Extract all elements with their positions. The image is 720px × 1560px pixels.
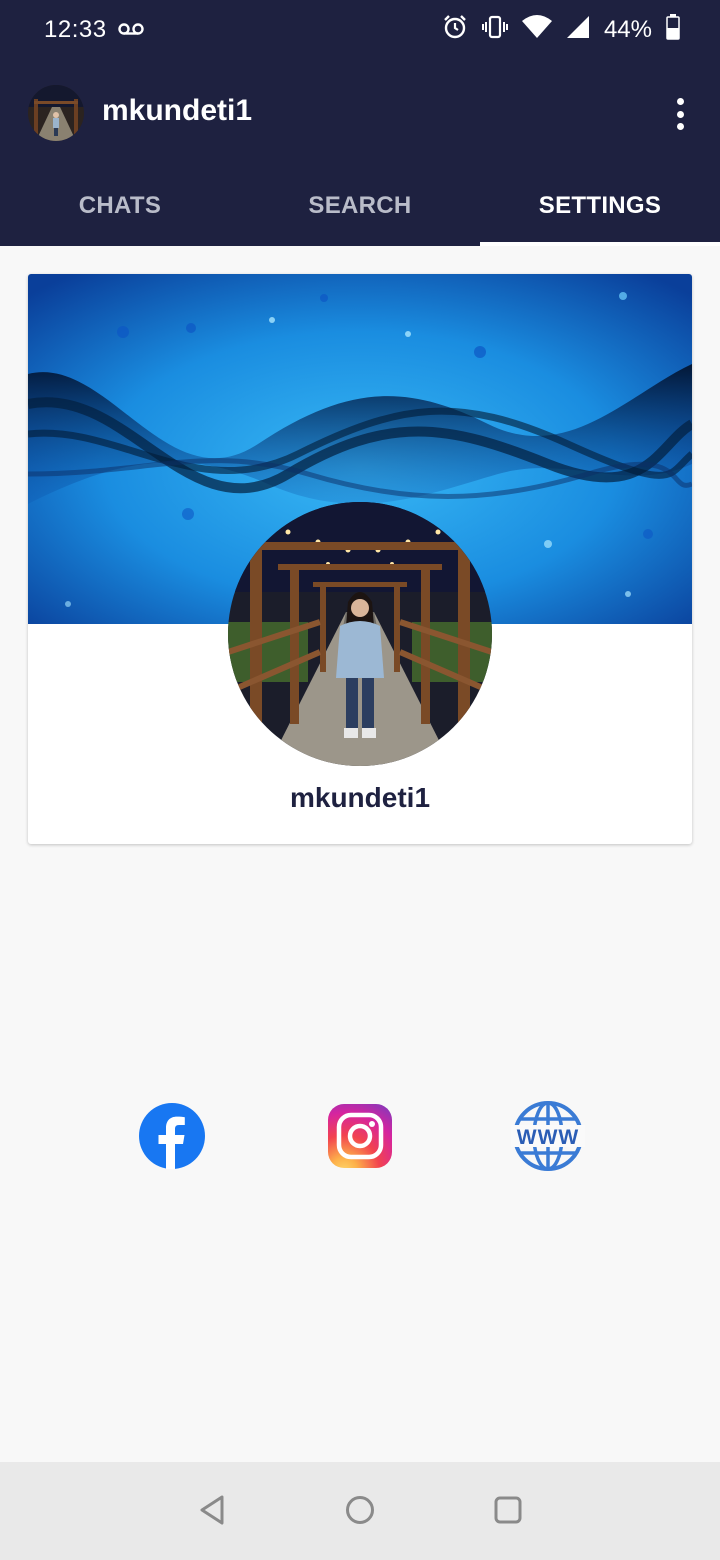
home-button[interactable] (342, 1494, 378, 1530)
system-nav-bar (0, 1462, 720, 1560)
more-vert-dot (676, 110, 684, 118)
alarm-icon (442, 14, 468, 45)
recents-button[interactable] (490, 1494, 526, 1530)
profile-card: mkundeti1 (28, 274, 692, 844)
tab-search[interactable]: SEARCH (240, 182, 480, 246)
website-button[interactable]: WWW (510, 1100, 586, 1176)
facebook-button[interactable] (134, 1100, 210, 1176)
profile-picture[interactable] (228, 502, 492, 766)
tab-bar: CHATS SEARCH SETTINGS (0, 182, 720, 246)
battery-icon (666, 14, 680, 45)
status-time: 12:33 (44, 16, 107, 43)
more-options-button[interactable] (662, 92, 698, 136)
more-vert-dot (676, 123, 684, 130)
recents-icon (492, 1494, 524, 1531)
social-links: WWW (0, 1100, 720, 1180)
website-icon: WWW (511, 1099, 585, 1178)
tab-chats[interactable]: CHATS (0, 182, 240, 246)
instagram-button[interactable] (322, 1100, 398, 1176)
status-bar: 12:33 44% (0, 0, 720, 64)
svg-text:WWW: WWW (517, 1126, 579, 1149)
instagram-icon (327, 1103, 393, 1174)
tab-settings[interactable]: SETTINGS (480, 182, 720, 246)
signal-icon (566, 15, 590, 44)
avatar[interactable] (28, 85, 84, 141)
home-icon (344, 1494, 376, 1531)
more-vert-icon (676, 98, 684, 105)
app-bar: mkundeti1 CHATS SEARCH SETTINGS (0, 64, 720, 246)
vibrate-icon (481, 14, 508, 45)
battery-percent: 44% (603, 15, 652, 43)
back-icon (198, 1494, 226, 1531)
app-title: mkundeti1 (102, 94, 253, 127)
facebook-icon (138, 1102, 206, 1175)
voicemail-icon (118, 22, 144, 41)
back-button[interactable] (194, 1494, 230, 1530)
wifi-icon (521, 15, 552, 44)
profile-username: mkundeti1 (289, 782, 431, 813)
